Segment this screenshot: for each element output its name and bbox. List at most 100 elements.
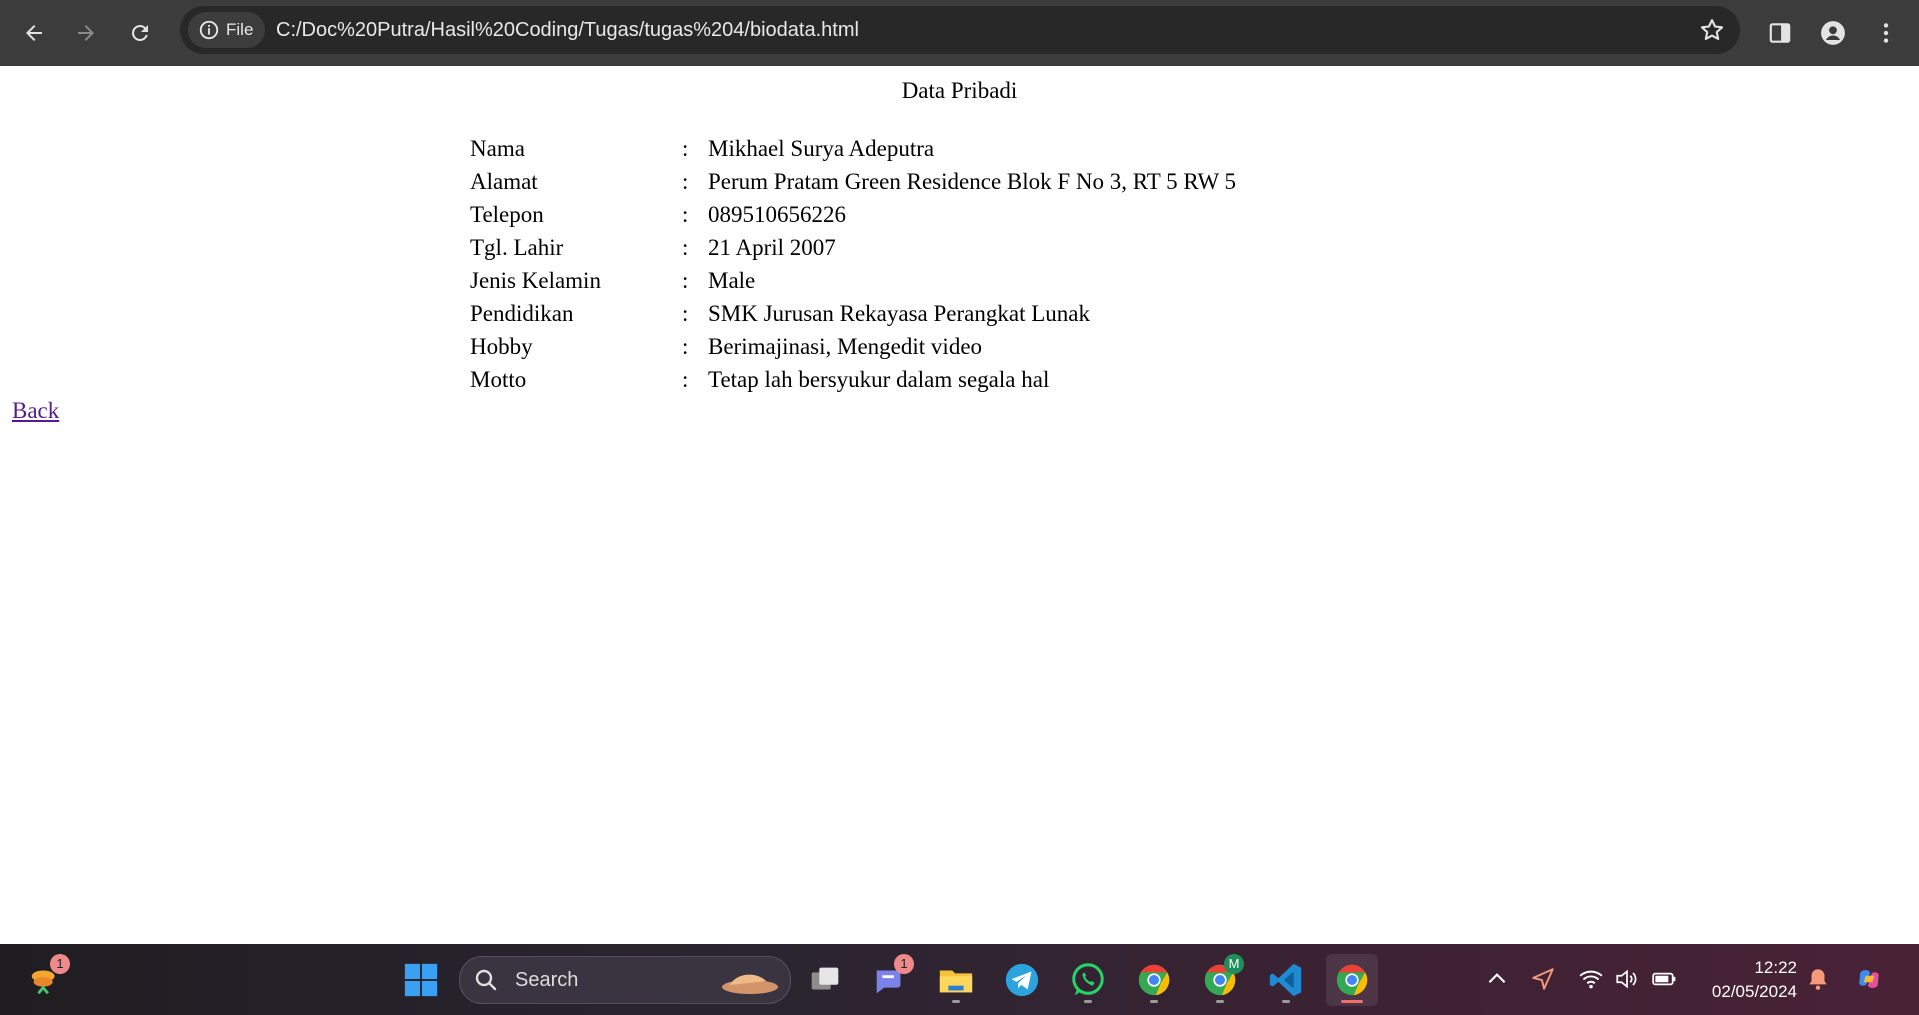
active-indicator xyxy=(1341,1000,1363,1003)
row-value: Berimajinasi, Mengedit video xyxy=(708,334,983,359)
side-panel-icon xyxy=(1769,23,1791,43)
table-row: Hobby : Berimajinasi, Mengedit video xyxy=(470,330,1236,363)
table-row: Alamat : Perum Pratam Green Residence Bl… xyxy=(470,165,1236,198)
wifi-icon xyxy=(1579,970,1603,989)
row-value: Perum Pratam Green Residence Blok F No 3… xyxy=(708,169,1236,194)
task-view-button[interactable] xyxy=(799,954,851,1006)
row-value: 089510656226 xyxy=(708,202,846,227)
running-indicator xyxy=(1084,1000,1092,1003)
profile-button[interactable] xyxy=(1813,13,1853,53)
table-row: Tgl. Lahir : 21 April 2007 xyxy=(470,231,1236,264)
row-value: Male xyxy=(708,268,756,293)
chrome-active-button[interactable] xyxy=(1326,954,1378,1006)
row-label: Tgl. Lahir xyxy=(470,235,564,260)
row-separator: : xyxy=(682,301,689,326)
search-placeholder: Search xyxy=(515,969,579,991)
whatsapp-button[interactable] xyxy=(1062,954,1114,1006)
show-hidden-icons-button[interactable] xyxy=(1480,962,1514,996)
table-row: Pendidikan : SMK Jurusan Rekayasa Perang… xyxy=(470,297,1236,330)
row-separator: : xyxy=(682,202,689,227)
chrome-icon xyxy=(1138,964,1170,996)
star-icon[interactable] xyxy=(1698,16,1726,44)
menu-button[interactable] xyxy=(1866,13,1906,53)
row-separator: : xyxy=(682,268,689,293)
notifications-button[interactable] xyxy=(1801,962,1835,996)
location-arrow-icon xyxy=(1532,968,1554,990)
clock[interactable]: 12:22 02/05/2024 xyxy=(1712,956,1797,1004)
task-view-icon xyxy=(811,967,839,990)
windows-start-icon xyxy=(404,963,438,997)
chrome-icon xyxy=(1336,964,1368,996)
reload-button[interactable] xyxy=(120,13,160,53)
arrow-right-icon xyxy=(78,25,94,41)
scheme-label: File xyxy=(226,20,254,39)
row-separator: : xyxy=(682,334,689,359)
row-separator: : xyxy=(682,367,689,392)
row-label: Nama xyxy=(470,136,525,161)
row-separator: : xyxy=(682,136,689,161)
wifi-button[interactable] xyxy=(1574,962,1608,996)
search-highlight-icon xyxy=(722,974,778,994)
chrome-profile-badge: M xyxy=(1224,954,1244,974)
chrome-profile-2-button[interactable]: M xyxy=(1194,954,1246,1006)
table-row: Motto : Tetap lah bersyukur dalam segala… xyxy=(470,363,1236,396)
row-value: Mikhael Surya Adeputra xyxy=(708,136,935,161)
page-title: Data Pribadi xyxy=(901,78,1018,103)
clock-date: 02/05/2024 xyxy=(1711,982,1797,1001)
running-indicator xyxy=(1216,1000,1224,1003)
row-separator: : xyxy=(682,235,689,260)
copilot-button[interactable] xyxy=(1852,962,1886,996)
person-icon xyxy=(1821,21,1845,45)
vscode-icon xyxy=(1269,963,1302,997)
battery-button[interactable] xyxy=(1647,962,1681,996)
taskbar: 1 Search 1 M 12:22 02/05/2024 xyxy=(0,944,1919,1015)
more-vertical-icon xyxy=(1883,23,1889,43)
table-row: Jenis Kelamin : Male xyxy=(470,264,1236,297)
location-button[interactable] xyxy=(1526,962,1560,996)
row-label: Motto xyxy=(470,367,527,392)
row-label: Hobby xyxy=(470,334,533,359)
row-label: Pendidikan xyxy=(470,301,574,326)
start-button[interactable] xyxy=(395,954,447,1006)
table-row: Telepon : 089510656226 xyxy=(470,198,1236,231)
forward-nav-button[interactable] xyxy=(66,13,106,53)
taskbar-search[interactable]: Search xyxy=(459,956,791,1004)
widgets-button[interactable]: 1 xyxy=(20,954,72,1006)
file-explorer-button[interactable] xyxy=(930,954,982,1006)
running-indicator xyxy=(1150,1000,1158,1003)
reload-icon xyxy=(132,25,148,41)
arrow-left-icon xyxy=(26,25,42,41)
chrome-profile-1-button[interactable] xyxy=(1128,954,1180,1006)
page-content: Data Pribadi Nama : Mikhael Surya Adeput… xyxy=(0,66,1919,944)
whatsapp-icon xyxy=(1072,963,1104,996)
copilot-icon xyxy=(1859,970,1879,988)
telegram-icon xyxy=(1005,963,1039,997)
url-text[interactable]: C:/Doc%20Putra/Hasil%20Coding/Tugas/tuga… xyxy=(276,6,859,54)
site-info-chip[interactable]: File xyxy=(188,12,266,48)
running-indicator xyxy=(1282,1000,1290,1003)
battery-icon xyxy=(1652,972,1676,986)
row-label: Alamat xyxy=(470,169,538,194)
speaker-icon xyxy=(1616,969,1637,989)
row-value: SMK Jurusan Rekayasa Perangkat Lunak xyxy=(708,301,1090,326)
row-label: Telepon xyxy=(470,202,544,227)
row-separator: : xyxy=(682,169,689,194)
teams-badge: 1 xyxy=(894,954,914,974)
running-indicator xyxy=(952,1000,960,1003)
row-label: Jenis Kelamin xyxy=(470,268,601,293)
folder-icon xyxy=(939,970,973,993)
back-link[interactable]: Back xyxy=(12,398,59,424)
chevron-up-icon xyxy=(1488,973,1506,984)
row-value: Tetap lah bersyukur dalam segala hal xyxy=(708,367,1050,392)
search-icon xyxy=(475,969,497,991)
teams-button[interactable]: 1 xyxy=(864,954,916,1006)
address-bar[interactable]: File C:/Doc%20Putra/Hasil%20Coding/Tugas… xyxy=(180,6,1740,54)
info-icon xyxy=(199,20,219,40)
bell-icon xyxy=(1809,969,1827,990)
clock-time: 12:22 xyxy=(1754,958,1797,977)
telegram-button[interactable] xyxy=(996,954,1048,1006)
volume-button[interactable] xyxy=(1610,962,1644,996)
side-panel-button[interactable] xyxy=(1760,13,1800,53)
vscode-button[interactable] xyxy=(1260,954,1312,1006)
back-nav-button[interactable] xyxy=(14,13,54,53)
